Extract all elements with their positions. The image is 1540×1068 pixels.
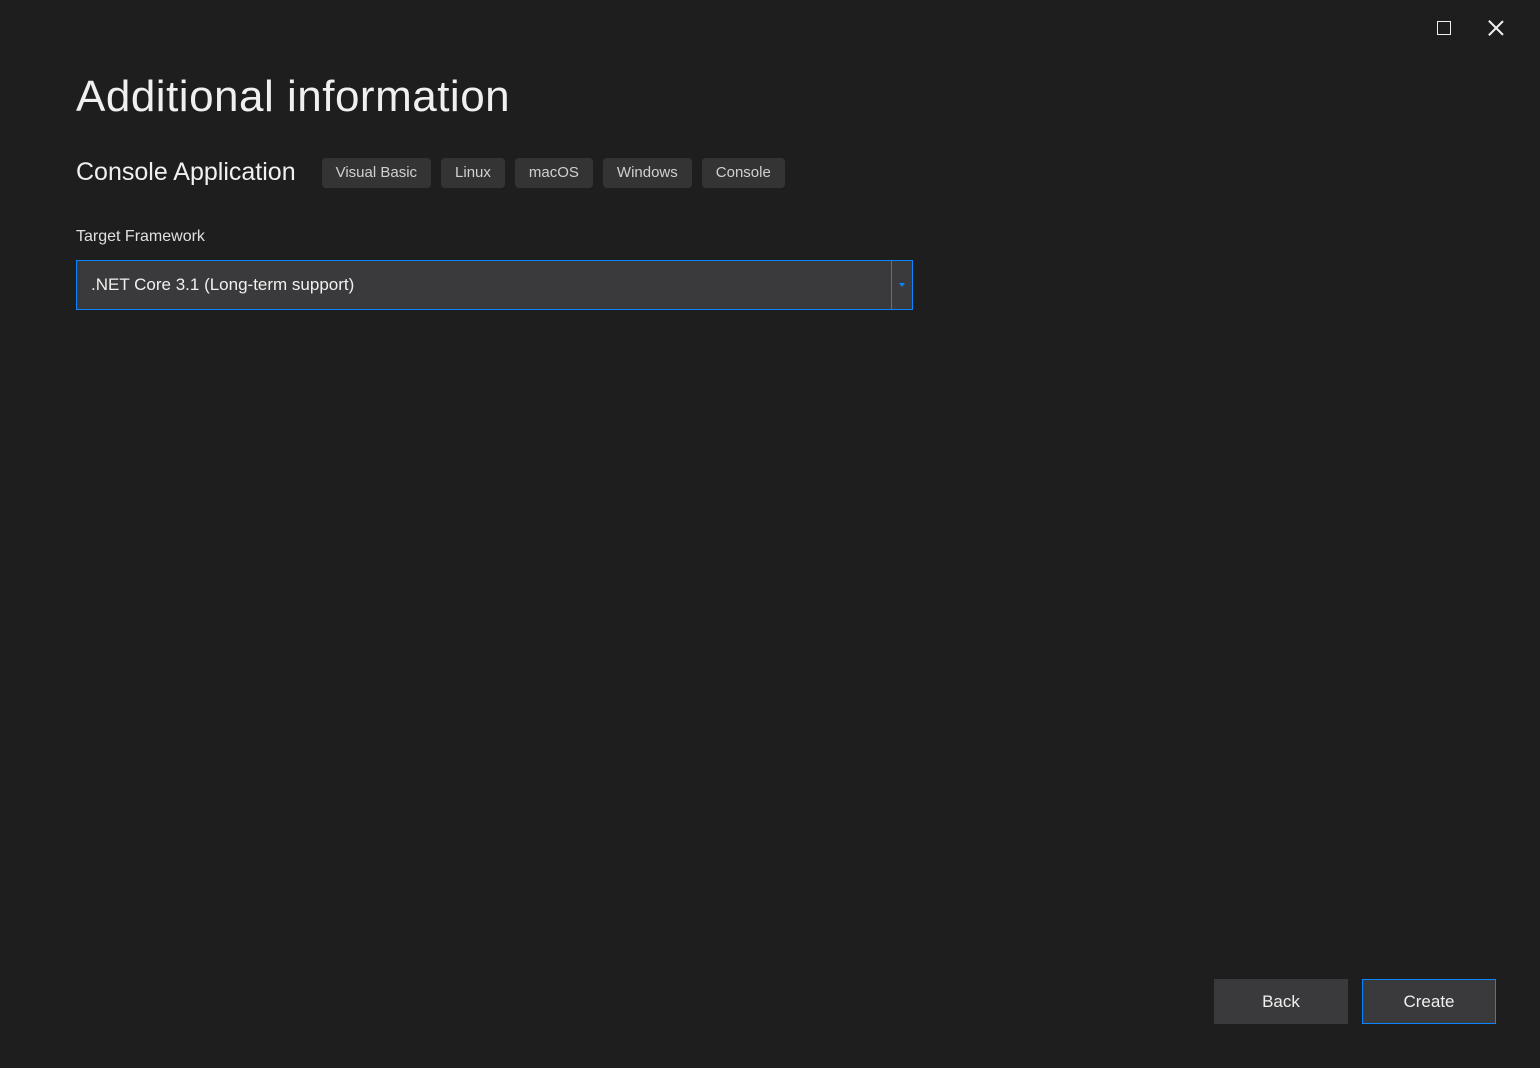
project-name: Console Application	[76, 158, 296, 187]
tag-visual-basic: Visual Basic	[322, 158, 431, 188]
target-framework-label: Target Framework	[76, 228, 1464, 246]
project-tags: Visual Basic Linux macOS Windows Console	[322, 158, 785, 188]
dropdown-arrow-button[interactable]	[892, 261, 912, 309]
tag-linux: Linux	[441, 158, 505, 188]
footer-buttons: Back Create	[1214, 979, 1496, 1024]
page-title: Additional information	[76, 72, 1464, 122]
maximize-button[interactable]	[1432, 16, 1456, 40]
create-button[interactable]: Create	[1362, 979, 1496, 1024]
project-header-row: Console Application Visual Basic Linux m…	[76, 158, 1464, 188]
close-button[interactable]	[1484, 16, 1508, 40]
target-framework-dropdown[interactable]: .NET Core 3.1 (Long-term support)	[76, 260, 913, 310]
close-icon	[1487, 19, 1505, 37]
target-framework-selected: .NET Core 3.1 (Long-term support)	[77, 261, 892, 309]
tag-macos: macOS	[515, 158, 593, 188]
tag-windows: Windows	[603, 158, 692, 188]
maximize-icon	[1437, 21, 1451, 35]
tag-console: Console	[702, 158, 785, 188]
back-button[interactable]: Back	[1214, 979, 1348, 1024]
main-content: Additional information Console Applicati…	[0, 0, 1540, 310]
window-controls	[1432, 0, 1540, 56]
chevron-down-icon	[899, 283, 905, 287]
